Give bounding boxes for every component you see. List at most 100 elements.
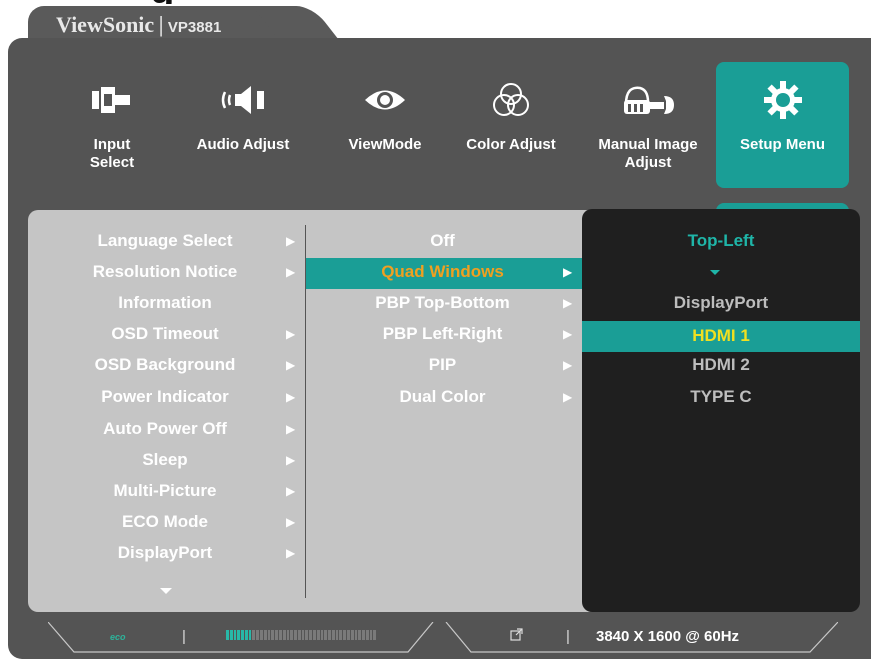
source-hdmi-1[interactable]: HDMI 1 (582, 324, 860, 348)
meter-segment (373, 630, 377, 640)
meter-segment (263, 630, 267, 640)
meter-segment (294, 630, 297, 640)
submenu-arrow-icon: ▶ (286, 484, 296, 498)
meter-segment (229, 630, 233, 640)
submenu-arrow-icon: ▶ (286, 234, 296, 248)
brightness-meter (226, 630, 377, 640)
meter-segment (237, 630, 241, 640)
submenu-arrow-icon: ▶ (286, 453, 296, 467)
speaker-icon (184, 82, 302, 118)
submenu-arrow-icon: ▶ (563, 296, 573, 310)
submenu-arrow-icon: ▶ (286, 327, 296, 341)
color-circles-icon (455, 82, 567, 118)
menu-color-adjust-label: Color Adjust (466, 136, 556, 153)
submenu-arrow-icon: ▶ (286, 358, 296, 372)
meter-segment (305, 630, 309, 640)
resolution-readout: 3840 X 1600 @ 60Hz (596, 628, 740, 645)
source-hdmi-2[interactable]: HDMI 2 (582, 353, 860, 377)
menu-manual-image-adjust[interactable]: Manual Image Adjust (586, 62, 710, 188)
meter-segment (290, 630, 294, 640)
setup-item-osd-background[interactable]: OSD Background (70, 353, 260, 377)
meter-segment (244, 630, 248, 640)
meter-segment (275, 630, 278, 640)
gear-icon (716, 81, 849, 119)
menu-input-select-label: Input Select (89, 136, 135, 171)
setup-item-language-select[interactable]: Language Select (70, 229, 260, 253)
source-displayport[interactable]: DisplayPort (582, 291, 860, 315)
hand-wrench-icon (586, 82, 710, 118)
setup-item-osd-timeout[interactable]: OSD Timeout (70, 322, 260, 346)
meter-segment (335, 630, 339, 640)
meter-segment (328, 630, 331, 640)
menu-manual-image-adjust-label: Manual Image Adjust (598, 136, 698, 171)
option-pbp-left-right[interactable]: PBP Left-Right (325, 322, 560, 346)
brand: ViewSonic | VP3881 (56, 12, 221, 38)
meter-segment (347, 630, 350, 640)
source-type-c[interactable]: TYPE C (582, 385, 860, 409)
menu-audio-adjust-label: Audio Adjust (196, 136, 290, 153)
brand-separator: | (158, 12, 164, 37)
meter-segment (362, 630, 365, 640)
meter-segment (226, 630, 229, 640)
setup-item-displayport[interactable]: DisplayPort (70, 541, 260, 565)
meter-segment (252, 630, 256, 640)
meter-segment (358, 630, 362, 640)
meter-segment (233, 630, 237, 640)
meter-segment (271, 630, 275, 640)
meter-segment (354, 630, 358, 640)
menu-viewmode-label: ViewMode (348, 136, 422, 153)
meter-segment (301, 630, 305, 640)
status-separator: | (182, 628, 186, 645)
submenu-arrow-icon: ▶ (563, 358, 573, 372)
option-dual-color[interactable]: Dual Color (325, 385, 560, 409)
meter-segment (343, 630, 346, 640)
cropped-heading-fragment: g (150, 0, 270, 4)
meter-segment (320, 630, 324, 640)
submenu-arrow-icon: ▶ (563, 265, 573, 279)
setup-item-eco-mode[interactable]: ECO Mode (70, 510, 260, 534)
option-pip[interactable]: PIP (325, 353, 560, 377)
submenu-arrow-icon: ▶ (286, 390, 296, 404)
option-pbp-top-bottom[interactable]: PBP Top-Bottom (325, 291, 560, 315)
menu-input-select[interactable]: Input Select (72, 62, 152, 188)
setup-item-information[interactable]: Information (70, 291, 260, 315)
meter-segment (297, 630, 301, 640)
eco-indicator-icon: eco (110, 632, 126, 642)
meter-segment (267, 630, 271, 640)
setup-item-sleep[interactable]: Sleep (70, 448, 260, 472)
meter-segment (286, 630, 290, 640)
setup-item-power-indicator[interactable]: Power Indicator (70, 385, 260, 409)
brand-logo: ViewSonic (56, 12, 155, 37)
menu-color-adjust[interactable]: Color Adjust (455, 62, 567, 188)
menu-viewmode[interactable]: ViewMode (330, 62, 440, 188)
meter-segment (316, 630, 320, 640)
submenu-arrow-icon: ▶ (563, 327, 573, 341)
meter-segment (369, 630, 373, 640)
dropdown-arrow-icon (710, 270, 720, 275)
menu-setup-menu[interactable]: Setup Menu (716, 62, 849, 188)
meter-segment (260, 630, 263, 640)
meter-segment (331, 630, 335, 640)
meter-segment (248, 630, 252, 640)
meter-segment (324, 630, 328, 640)
status-separator: | (566, 628, 570, 645)
eye-icon (330, 82, 440, 118)
setup-item-multi-picture[interactable]: Multi-Picture (70, 479, 260, 503)
meter-segment (365, 630, 369, 640)
submenu-arrow-icon: ▶ (286, 515, 296, 529)
scroll-down-icon[interactable] (160, 588, 172, 594)
menu-audio-adjust[interactable]: Audio Adjust (184, 62, 302, 188)
option-off[interactable]: Off (325, 229, 560, 253)
submenu-arrow-icon: ▶ (286, 265, 296, 279)
menu-setup-menu-label: Setup Menu (740, 136, 825, 153)
meter-segment (256, 630, 260, 640)
meter-segment (282, 630, 286, 640)
option-quad-windows[interactable]: Quad Windows (325, 260, 560, 284)
submenu-arrow-icon: ▶ (286, 546, 296, 560)
meter-segment (278, 630, 282, 640)
setup-item-resolution-notice[interactable]: Resolution Notice (70, 260, 260, 284)
window-source-panel (582, 209, 860, 612)
input-select-icon (72, 82, 152, 118)
setup-item-auto-power-off[interactable]: Auto Power Off (70, 417, 260, 441)
meter-segment (312, 630, 316, 640)
